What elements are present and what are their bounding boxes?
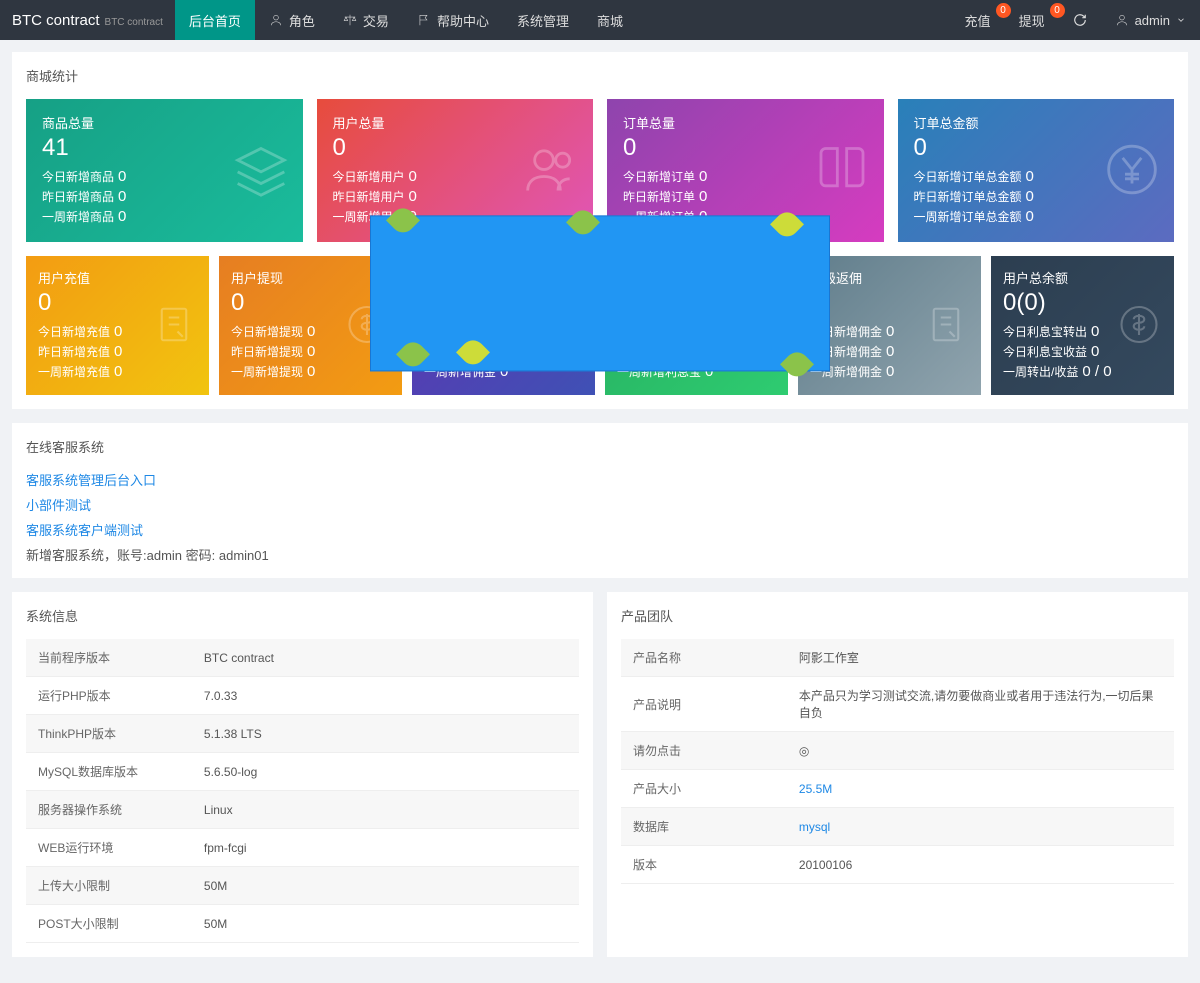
card-icon bbox=[732, 303, 774, 348]
chevron-down-icon bbox=[1176, 13, 1186, 27]
card-line: 一周转出/收益 0 / 0 bbox=[1003, 363, 1162, 380]
team-table: 产品名称阿影工作室产品说明本产品只为学习测试交流,请勿要做商业或者用于违法行为,… bbox=[621, 639, 1174, 884]
flag-icon bbox=[417, 13, 431, 27]
stat-card: 下级返佣 0 今日新增佣金 0 昨日新增佣金 0 一周新增佣金 0 bbox=[798, 256, 981, 395]
table-row: 当前程序版本BTC contract bbox=[26, 639, 579, 677]
sysinfo-panel: 系统信息 当前程序版本BTC contract运行PHP版本7.0.33Thin… bbox=[12, 592, 593, 957]
kefu-link-client[interactable]: 客服系统客户端测试 bbox=[26, 520, 1174, 539]
card-line: 一周新增佣金 0 bbox=[424, 363, 583, 380]
user-icon bbox=[269, 13, 283, 27]
card-icon bbox=[346, 303, 388, 348]
nav-recharge[interactable]: 充值 bbox=[951, 0, 1005, 40]
card-icon bbox=[153, 303, 195, 348]
card-icon bbox=[539, 303, 581, 348]
card-title: 用户充值 bbox=[38, 268, 197, 287]
stat-card: 利息宝转入 0 今日新增利息宝 0 昨日新增利息宝 0 一周新增利息宝 0 bbox=[605, 256, 788, 395]
stat-card: 合购佣金 0 今日新增佣金 0 昨日新增佣金 0 一周新增佣金 0 bbox=[412, 256, 595, 395]
stat-card: 商品总量 41 今日新增商品 0 昨日新增商品 0 一周新增商品 0 bbox=[26, 99, 303, 242]
nav-trade[interactable]: 交易 bbox=[329, 0, 403, 40]
card-icon bbox=[814, 141, 870, 200]
nav-mall[interactable]: 商城 bbox=[583, 0, 637, 40]
nav-role[interactable]: 角色 bbox=[255, 0, 329, 40]
card-line: 一周新增佣金 0 bbox=[810, 363, 969, 380]
nav-user[interactable]: admin bbox=[1101, 0, 1200, 40]
nav-system[interactable]: 系统管理 bbox=[503, 0, 583, 40]
kefu-link-widget[interactable]: 小部件测试 bbox=[26, 495, 1174, 514]
brand-logo: BTC contractBTC contract bbox=[0, 12, 175, 29]
card-line: 一周新增利息宝 0 bbox=[617, 363, 776, 380]
table-row: 数据库mysql bbox=[621, 808, 1174, 846]
card-icon bbox=[925, 303, 967, 348]
nav-help[interactable]: 帮助中心 bbox=[403, 0, 503, 40]
stat-card: 用户总量 0 今日新增用户 0 昨日新增用户 0 一周新增用户 0 bbox=[317, 99, 594, 242]
sysinfo-title: 系统信息 bbox=[26, 606, 579, 625]
table-row: 请勿点击◎ bbox=[621, 732, 1174, 770]
card-line: 一周新增充值 0 bbox=[38, 363, 197, 380]
stat-card: 订单总量 0 今日新增订单 0 昨日新增订单 0 一周新增订单 0 bbox=[607, 99, 884, 242]
refresh-icon bbox=[1073, 13, 1087, 27]
card-title: 用户提现 bbox=[231, 268, 390, 287]
kefu-note: 新增客服系统，账号:admin 密码: admin01 bbox=[26, 545, 1174, 564]
team-panel: 产品团队 产品名称阿影工作室产品说明本产品只为学习测试交流,请勿要做商业或者用于… bbox=[607, 592, 1188, 957]
card-title: 订单总金额 bbox=[914, 113, 1159, 132]
card-line: 一周新增提现 0 bbox=[231, 363, 390, 380]
kefu-title: 在线客服系统 bbox=[26, 437, 1174, 456]
table-row: 上传大小限制50M bbox=[26, 867, 579, 905]
table-row: 服务器操作系统Linux bbox=[26, 791, 579, 829]
sysinfo-table: 当前程序版本BTC contract运行PHP版本7.0.33ThinkPHP版… bbox=[26, 639, 579, 943]
stat-card: 用户总余额 0(0) 今日利息宝转出 0 今日利息宝收益 0 一周转出/收益 0… bbox=[991, 256, 1174, 395]
top-nav: BTC contractBTC contract 后台首页 角色 交易 帮助中心… bbox=[0, 0, 1200, 40]
table-row: 运行PHP版本7.0.33 bbox=[26, 677, 579, 715]
nav-withdraw[interactable]: 提现 bbox=[1005, 0, 1059, 40]
card-icon bbox=[1118, 303, 1160, 348]
team-link[interactable]: mysql bbox=[799, 820, 830, 834]
stat-card: 订单总金额 0 今日新增订单总金额 0 昨日新增订单总金额 0 一周新增订单总金… bbox=[898, 99, 1175, 242]
nav-home[interactable]: 后台首页 bbox=[175, 0, 255, 40]
scale-icon bbox=[343, 13, 357, 27]
table-row: ThinkPHP版本5.1.38 LTS bbox=[26, 715, 579, 753]
card-title: 商品总量 bbox=[42, 113, 287, 132]
stat-card: 用户充值 0 今日新增充值 0 昨日新增充值 0 一周新增充值 0 bbox=[26, 256, 209, 395]
card-title: 下级返佣 bbox=[810, 268, 969, 287]
stat-card: 用户提现 0 今日新增提现 0 昨日新增提现 0 一周新增提现 0 bbox=[219, 256, 402, 395]
kefu-link-admin[interactable]: 客服系统管理后台入口 bbox=[26, 470, 1174, 489]
team-title: 产品团队 bbox=[621, 606, 1174, 625]
nav-refresh[interactable] bbox=[1059, 0, 1101, 40]
table-row: 产品名称阿影工作室 bbox=[621, 639, 1174, 677]
table-row: WEB运行环境fpm-fcgi bbox=[26, 829, 579, 867]
card-title: 用户总余额 bbox=[1003, 268, 1162, 287]
card-title: 利息宝转入 bbox=[617, 268, 776, 287]
table-row: MySQL数据库版本5.6.50-log bbox=[26, 753, 579, 791]
card-icon bbox=[233, 141, 289, 200]
card-line: 一周新增订单 0 bbox=[623, 208, 868, 225]
card-line: 一周新增商品 0 bbox=[42, 208, 287, 225]
card-title: 用户总量 bbox=[333, 113, 578, 132]
table-row: 版本20100106 bbox=[621, 846, 1174, 884]
stats-title: 商城统计 bbox=[26, 66, 1174, 85]
kefu-panel: 在线客服系统 客服系统管理后台入口 小部件测试 客服系统客户端测试 新增客服系统… bbox=[12, 423, 1188, 578]
person-icon bbox=[1115, 13, 1129, 27]
stats-panel: 商城统计 商品总量 41 今日新增商品 0 昨日新增商品 0 一周新增商品 0 … bbox=[12, 52, 1188, 409]
table-row: POST大小限制50M bbox=[26, 905, 579, 943]
card-title: 订单总量 bbox=[623, 113, 868, 132]
card-icon bbox=[1104, 141, 1160, 200]
card-line: 一周新增订单总金额 0 bbox=[914, 208, 1159, 225]
team-link[interactable]: 25.5M bbox=[799, 782, 832, 796]
table-row: 产品大小25.5M bbox=[621, 770, 1174, 808]
card-title: 合购佣金 bbox=[424, 268, 583, 287]
card-line: 一周新增用户 0 bbox=[333, 208, 578, 225]
table-row: 产品说明本产品只为学习测试交流,请勿要做商业或者用于违法行为,一切后果自负 bbox=[621, 677, 1174, 732]
card-icon bbox=[523, 141, 579, 200]
